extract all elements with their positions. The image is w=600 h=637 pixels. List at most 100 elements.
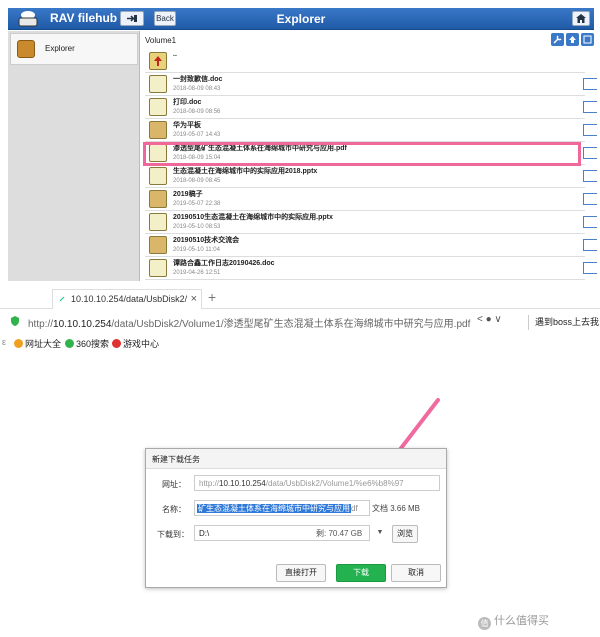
download-dialog: 新建下载任务 × 网址： http://10.10.10.254/data/Us… (145, 448, 447, 588)
file-name: 生态混凝土在海绵城市中的实际应用2018.pptx (173, 168, 318, 175)
new-tab-button[interactable]: + (208, 289, 216, 305)
open-direct-button[interactable]: 直接打开 (276, 564, 326, 582)
settings-button[interactable] (551, 33, 564, 46)
select-checkbox[interactable] (583, 239, 597, 251)
home-button[interactable] (572, 11, 590, 26)
select-checkbox[interactable] (583, 78, 597, 90)
file-date: 2019-05-07 14:43 (173, 132, 221, 138)
watermark-icon: 值 (478, 617, 491, 630)
file-date: 2018-08-09 08:43 (173, 86, 221, 92)
select-checkbox[interactable] (583, 262, 597, 274)
select-checkbox[interactable] (583, 147, 597, 159)
favorites-bar: ε 网址大全 360搜索 游戏中心 (0, 334, 600, 352)
file-row[interactable]: 谭路合鑫工作日志20190426.doc 2019-04-26 12:51 (145, 257, 597, 280)
home-icon (576, 14, 586, 23)
browse-button[interactable]: 浏览 (392, 525, 418, 543)
file-date: 2019-05-07 22:38 (173, 201, 221, 207)
select-checkbox[interactable] (583, 101, 597, 113)
breadcrumb: Volume1 (145, 36, 177, 45)
edit-button[interactable] (581, 33, 594, 46)
filename-field[interactable]: 矿生态混凝土体系在海绵城市中研究与应用df (194, 500, 370, 516)
file-name: 20190510技术交流会 (173, 237, 240, 244)
select-checkbox[interactable] (583, 193, 597, 205)
file-date: 2019-05-10 11:04 (173, 247, 220, 253)
file-row[interactable]: 20190510技术交流会 2019-05-10 11:04 (145, 234, 597, 257)
watermark: 值什么值得买 (478, 612, 549, 630)
favorite-icon (112, 339, 121, 348)
file-row[interactable]: 2019稿子 2019-05-07 22:38 (145, 188, 597, 211)
cancel-button[interactable]: 取消 (391, 564, 441, 582)
explorer-icon (17, 40, 35, 58)
file-name: .. (173, 51, 177, 58)
file-row[interactable]: 一封致歉信.doc 2018-08-09 08:43 (145, 73, 597, 96)
sidebar-item-label: Explorer (45, 44, 75, 53)
tab-title: 10.10.10.254/data/UsbDisk2/ (71, 294, 188, 304)
chevron-down-icon[interactable]: ▼ (374, 525, 386, 541)
file-date: 2018-08-09 08:56 (173, 109, 221, 115)
folder-icon (149, 236, 167, 254)
filehub-logo-icon (18, 11, 38, 27)
edit-icon (583, 35, 592, 44)
file-date: 2018-08-09 08:45 (173, 178, 221, 184)
file-name: 打印.doc (173, 99, 202, 106)
free-space: 剩: 70.47 GB (316, 529, 363, 538)
file-date: 2019-05-10 08:53 (173, 224, 221, 230)
dialog-titlebar: 新建下载任务 × (146, 449, 446, 469)
sidebar: Explorer (8, 31, 140, 281)
back-button[interactable]: Back (154, 11, 176, 26)
file-name: 华为平板 (173, 122, 201, 129)
close-icon[interactable]: × (152, 454, 441, 463)
select-checkbox[interactable] (583, 124, 597, 136)
save-to-label: 下载到： (157, 530, 189, 539)
file-info: 文档 3.66 MB (372, 504, 421, 513)
parent-folder-icon (149, 52, 167, 70)
favorite-item[interactable]: 360搜索 (65, 337, 109, 350)
toolbar (551, 33, 594, 46)
favorite-item[interactable]: 游戏中心 (112, 337, 159, 350)
favorite-icon (65, 339, 74, 348)
url-label: 网址： (162, 480, 186, 489)
file-name: 20190510生态混凝土在海绵城市中的实际应用.pptx (173, 214, 333, 221)
download-button[interactable]: 下载 (336, 564, 386, 582)
address-bar[interactable]: http://10.10.10.254/data/UsbDisk2/Volume… (0, 310, 600, 334)
upload-icon (569, 36, 576, 43)
file-icon (149, 213, 167, 231)
download-url-field[interactable]: http://10.10.10.254/data/UsbDisk2/Volume… (194, 475, 440, 491)
file-icon (149, 259, 167, 277)
app-title: RAV filehub (50, 11, 118, 25)
app-header: RAV filehub Back Explorer (8, 8, 594, 30)
file-name: 谭路合鑫工作日志20190426.doc (173, 260, 275, 267)
file-row[interactable]: 20190510生态混凝土在海绵城市中的实际应用.pptx 2019-05-10 … (145, 211, 597, 234)
select-checkbox[interactable] (583, 216, 597, 228)
name-label: 名称： (162, 505, 186, 514)
upload-button[interactable] (566, 33, 579, 46)
file-row[interactable]: .. (145, 50, 585, 73)
url-text: http://10.10.10.254/data/UsbDisk2/Volume… (28, 319, 471, 330)
file-icon (149, 75, 167, 93)
file-icon (149, 167, 167, 185)
select-checkbox[interactable] (583, 170, 597, 182)
file-icon (149, 98, 167, 116)
favorite-item[interactable]: 网址大全 (14, 337, 61, 350)
login-button[interactable] (120, 11, 144, 26)
loading-icon (59, 296, 65, 302)
share-icon[interactable]: < ● ∨ (477, 314, 502, 325)
file-name: 2019稿子 (173, 191, 203, 198)
browser-tab[interactable]: 10.10.10.254/data/UsbDisk2/ × (52, 289, 202, 309)
file-date: 2019-04-26 12:51 (173, 270, 221, 276)
file-row[interactable]: 打印.doc 2018-08-09 08:56 (145, 96, 597, 119)
folder-icon (149, 190, 167, 208)
close-icon[interactable]: × (191, 293, 197, 305)
login-icon (127, 15, 137, 22)
favorite-icon (14, 339, 23, 348)
file-row[interactable]: 华为平板 2019-05-07 14:43 (145, 119, 597, 142)
favorites-ellipsis[interactable]: ε (2, 337, 6, 347)
file-name: 一封致歉信.doc (173, 76, 223, 83)
search-box[interactable]: 遇到boss上去我 (528, 315, 600, 330)
wrench-icon (553, 35, 562, 44)
file-row[interactable]: 生态混凝土在海绵城市中的实际应用2018.pptx 2018-08-09 08:4… (145, 165, 597, 188)
folder-icon (149, 121, 167, 139)
browser-tabstrip: 10.10.10.254/data/UsbDisk2/ × (0, 287, 600, 309)
shield-icon (11, 316, 19, 326)
sidebar-item-explorer[interactable]: Explorer (10, 33, 138, 65)
